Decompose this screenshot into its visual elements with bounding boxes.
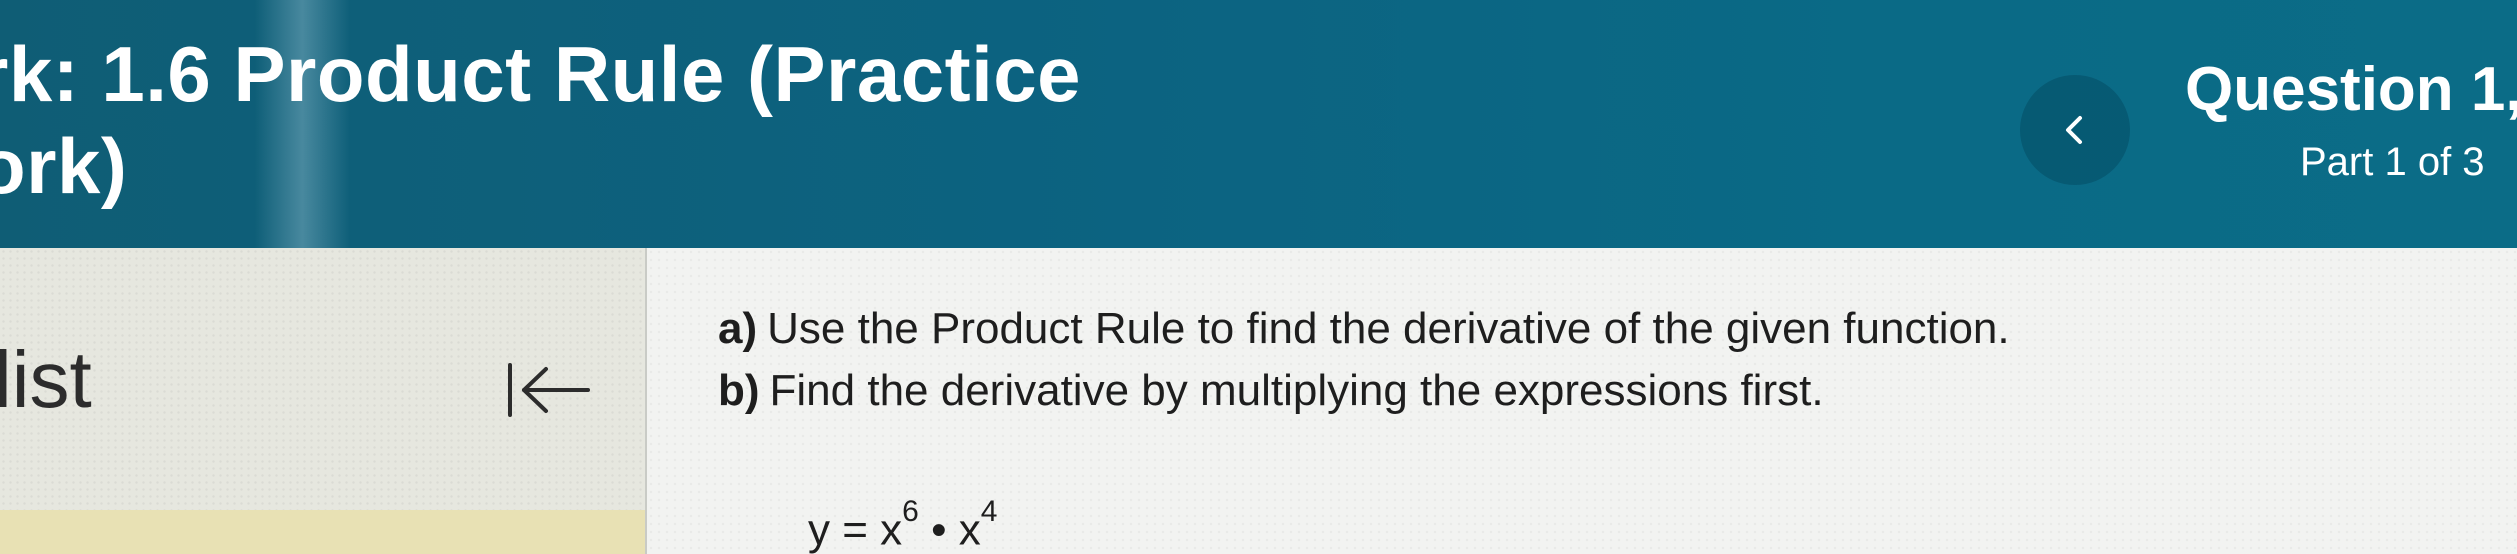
- header-bar: rk: 1.6 Product Rule (Practice ork) Ques…: [0, 0, 2517, 248]
- equation-base-2: x: [958, 505, 981, 554]
- part-b-marker: b): [718, 366, 760, 415]
- instruction-part-b: b) Find the derivative by multiplying the…: [718, 360, 2010, 422]
- chevron-left-icon: [2066, 116, 2082, 144]
- part-a-text: Use the Product Rule to find the derivat…: [767, 304, 2010, 353]
- previous-question-button[interactable]: [2020, 75, 2130, 185]
- equation-operator: •: [931, 505, 947, 554]
- equation-lhs: y: [808, 505, 830, 554]
- part-a-marker: a): [718, 304, 758, 353]
- question-title: Question 1,: [2185, 55, 2517, 124]
- assignment-title: rk: 1.6 Product Rule (Practice ork): [0, 28, 1081, 212]
- function-equation: y = x6 • x4: [808, 490, 997, 554]
- part-label: Part 1 of 3: [2300, 140, 2485, 184]
- page: rk: 1.6 Product Rule (Practice ork) Ques…: [0, 0, 2517, 554]
- assignment-title-line-1: rk: 1.6 Product Rule (Practice: [0, 30, 1082, 118]
- instruction-part-a: a) Use the Product Rule to find the deriv…: [718, 298, 2010, 360]
- question-instructions: a) Use the Product Rule to find the deriv…: [718, 298, 2010, 422]
- part-b-text: Find the derivative by multiplying the e…: [769, 366, 1824, 415]
- equation-exponent-2: 4: [980, 495, 998, 528]
- equation-base-1: x: [880, 505, 903, 554]
- collapse-left-icon[interactable]: [498, 355, 598, 425]
- equation-exponent-1: 6: [902, 495, 919, 528]
- question-list-label: list: [0, 335, 92, 424]
- question-list-selected-item[interactable]: [0, 510, 645, 554]
- assignment-title-line-2: ork): [0, 122, 128, 210]
- equation-equals: =: [842, 505, 868, 554]
